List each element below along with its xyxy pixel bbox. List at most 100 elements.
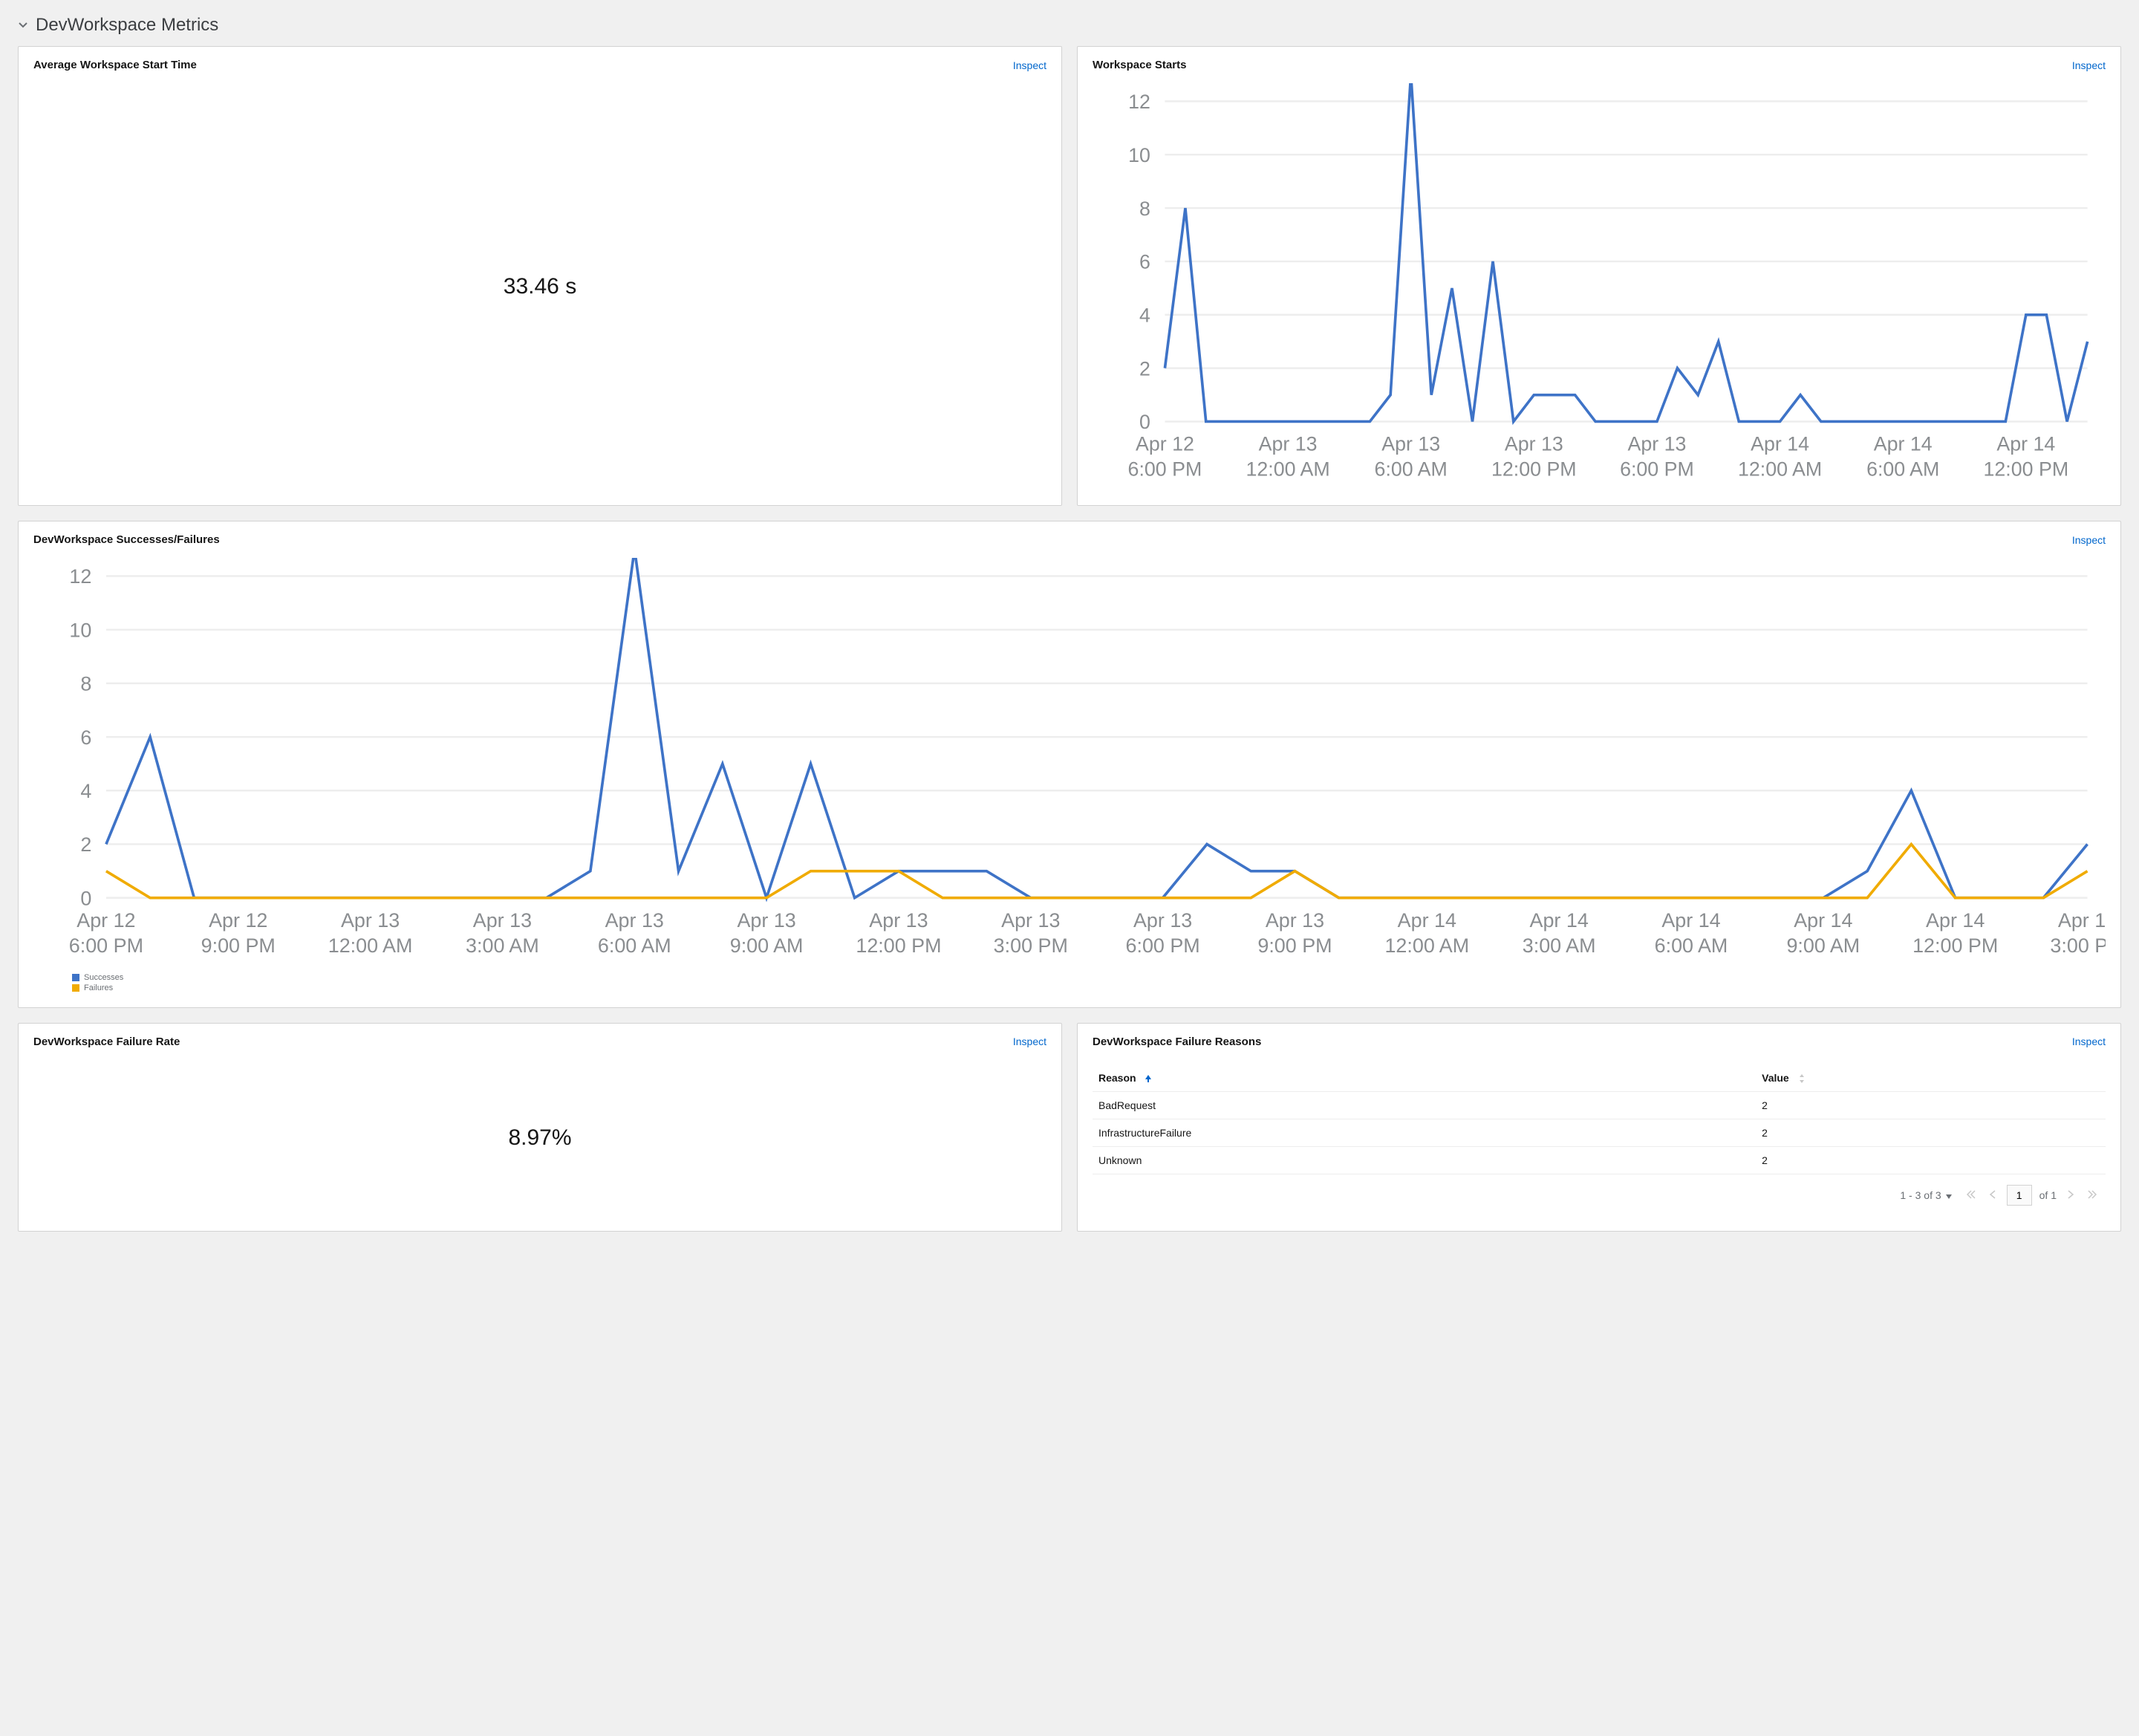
svg-text:Apr 14: Apr 14	[1398, 909, 1456, 932]
inspect-link[interactable]: Inspect	[1013, 1036, 1046, 1047]
table-row[interactable]: BadRequest2	[1093, 1091, 2106, 1119]
svg-text:8: 8	[80, 673, 91, 695]
svg-text:Apr 13: Apr 13	[473, 909, 532, 932]
panel-avg-start-time: Average Workspace Start Time Inspect 33.…	[18, 46, 1062, 506]
svg-text:Apr 12: Apr 12	[209, 909, 267, 932]
svg-text:2: 2	[80, 833, 91, 856]
svg-text:4: 4	[1139, 305, 1150, 327]
panel-title: DevWorkspace Failure Rate	[33, 1036, 180, 1048]
svg-text:6: 6	[1139, 251, 1150, 273]
svg-text:Apr 13: Apr 13	[605, 909, 664, 932]
svg-text:Apr 13: Apr 13	[1133, 909, 1192, 932]
pager-range-text: 1 - 3 of 3	[1900, 1189, 1941, 1201]
svg-text:Apr 14: Apr 14	[1874, 432, 1933, 455]
panel-workspace-starts: Workspace Starts Inspect 024681012Apr 12…	[1077, 46, 2121, 506]
chevron-down-icon	[18, 20, 28, 30]
svg-text:Apr 13: Apr 13	[869, 909, 928, 932]
pager-page-input[interactable]	[2007, 1185, 2032, 1206]
svg-text:Apr 13: Apr 13	[1381, 432, 1440, 455]
svg-text:Apr 13: Apr 13	[1266, 909, 1324, 932]
panel-title: DevWorkspace Failure Reasons	[1093, 1036, 1261, 1048]
table-pager: 1 - 3 of 3 of 1	[1093, 1174, 2106, 1206]
panel-title: DevWorkspace Successes/Failures	[33, 533, 220, 546]
table-row[interactable]: InfrastructureFailure2	[1093, 1119, 2106, 1146]
svg-text:0: 0	[80, 887, 91, 909]
svg-text:12: 12	[69, 565, 91, 588]
svg-text:Apr 13: Apr 13	[1259, 432, 1318, 455]
section-toggle[interactable]: DevWorkspace Metrics	[18, 15, 2121, 36]
svg-text:9:00 PM: 9:00 PM	[201, 934, 276, 957]
workspace-starts-chart[interactable]: 024681012Apr 126:00 PMApr 1312:00 AMApr …	[1093, 83, 2106, 490]
successes-failures-chart[interactable]: 024681012Apr 126:00 PMApr 129:00 PMApr 1…	[33, 558, 2106, 967]
legend-label: Successes	[84, 973, 123, 982]
column-header-value[interactable]: Value	[1756, 1064, 2106, 1092]
svg-text:12:00 PM: 12:00 PM	[1984, 458, 2069, 481]
cell-reason: InfrastructureFailure	[1093, 1119, 1756, 1146]
pager-prev-button[interactable]	[1986, 1188, 1999, 1203]
svg-text:6:00 AM: 6:00 AM	[1375, 458, 1448, 481]
panel-failure-rate: DevWorkspace Failure Rate Inspect 8.97%	[18, 1023, 1062, 1232]
sort-none-icon	[1798, 1073, 1806, 1084]
svg-text:3:00 AM: 3:00 AM	[466, 934, 539, 957]
pager-last-button[interactable]	[2085, 1188, 2100, 1203]
cell-value: 2	[1756, 1146, 2106, 1174]
failure-rate-value: 8.97%	[508, 1125, 571, 1151]
inspect-link[interactable]: Inspect	[2072, 59, 2106, 71]
svg-text:10: 10	[1128, 144, 1150, 166]
svg-text:Apr 14: Apr 14	[1794, 909, 1852, 932]
legend-item-successes[interactable]: Successes	[72, 973, 2106, 982]
svg-text:10: 10	[69, 619, 91, 641]
svg-text:12:00 AM: 12:00 AM	[1384, 934, 1469, 957]
svg-text:6:00 AM: 6:00 AM	[1655, 934, 1728, 957]
svg-text:6: 6	[80, 726, 91, 749]
svg-text:Apr 12: Apr 12	[1136, 432, 1194, 455]
cell-value: 2	[1756, 1119, 2106, 1146]
svg-text:Apr 14: Apr 14	[2058, 909, 2106, 932]
column-header-reason[interactable]: Reason	[1093, 1064, 1756, 1092]
svg-text:9:00 PM: 9:00 PM	[1257, 934, 1332, 957]
legend-item-failures[interactable]: Failures	[72, 984, 2106, 992]
legend-label: Failures	[84, 984, 113, 992]
svg-text:Apr 13: Apr 13	[1505, 432, 1563, 455]
svg-text:6:00 AM: 6:00 AM	[598, 934, 671, 957]
svg-text:12:00 AM: 12:00 AM	[1738, 458, 1822, 481]
panel-title: Workspace Starts	[1093, 59, 1186, 71]
svg-text:Apr 14: Apr 14	[1530, 909, 1589, 932]
svg-text:9:00 AM: 9:00 AM	[730, 934, 804, 957]
svg-text:6:00 PM: 6:00 PM	[1126, 934, 1200, 957]
table-row[interactable]: Unknown2	[1093, 1146, 2106, 1174]
panel-successes-failures: DevWorkspace Successes/Failures Inspect …	[18, 521, 2121, 1008]
svg-text:Apr 13: Apr 13	[737, 909, 795, 932]
inspect-link[interactable]: Inspect	[2072, 534, 2106, 546]
legend-swatch	[72, 974, 79, 981]
column-header-label: Reason	[1098, 1072, 1136, 1084]
svg-text:Apr 13: Apr 13	[1001, 909, 1060, 932]
svg-text:Apr 14: Apr 14	[1751, 432, 1809, 455]
svg-text:12: 12	[1128, 91, 1150, 113]
failure-reasons-table: Reason Value	[1093, 1064, 2106, 1174]
svg-text:12:00 AM: 12:00 AM	[1246, 458, 1329, 481]
column-header-label: Value	[1762, 1072, 1789, 1084]
svg-text:6:00 PM: 6:00 PM	[1620, 458, 1694, 481]
pager-range-dropdown[interactable]: 1 - 3 of 3	[1900, 1189, 1951, 1201]
svg-text:0: 0	[1139, 411, 1150, 433]
pager-nav: of 1	[1964, 1185, 2100, 1206]
cell-value: 2	[1756, 1091, 2106, 1119]
svg-text:Apr 12: Apr 12	[76, 909, 135, 932]
svg-text:Apr 13: Apr 13	[1627, 432, 1686, 455]
sort-ascending-icon	[1145, 1074, 1152, 1083]
inspect-link[interactable]: Inspect	[2072, 1036, 2106, 1047]
inspect-link[interactable]: Inspect	[1013, 59, 1046, 71]
svg-text:3:00 PM: 3:00 PM	[994, 934, 1068, 957]
panel-title: Average Workspace Start Time	[33, 59, 197, 71]
pager-first-button[interactable]	[1964, 1188, 1979, 1203]
svg-text:12:00 PM: 12:00 PM	[1912, 934, 1998, 957]
dashboard-row-3: DevWorkspace Failure Rate Inspect 8.97% …	[18, 1023, 2121, 1232]
svg-text:Apr 13: Apr 13	[341, 909, 400, 932]
cell-reason: Unknown	[1093, 1146, 1756, 1174]
svg-text:12:00 PM: 12:00 PM	[1491, 458, 1577, 481]
section-title: DevWorkspace Metrics	[36, 15, 218, 36]
pager-next-button[interactable]	[2064, 1188, 2077, 1203]
svg-text:8: 8	[1139, 198, 1150, 220]
dashboard-root: DevWorkspace Metrics Average Workspace S…	[0, 0, 2139, 1276]
